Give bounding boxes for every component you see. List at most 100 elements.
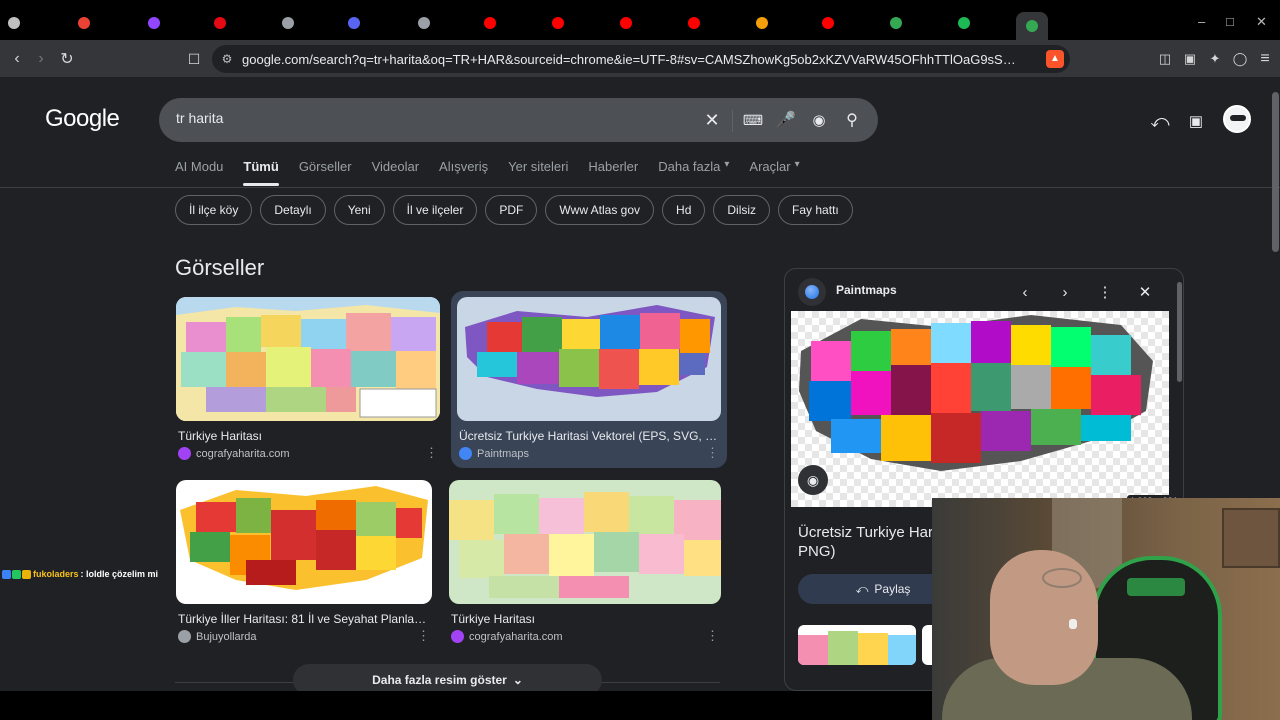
nav-tab[interactable]: Videolar <box>372 159 419 187</box>
search-icon[interactable]: ⚲ <box>842 110 862 130</box>
browser-tab[interactable] <box>148 13 160 33</box>
search-input[interactable] <box>176 110 676 126</box>
back-icon[interactable]: ‹ <box>6 48 28 70</box>
nav-tab[interactable]: AI Modu <box>175 159 223 187</box>
refinement-chip[interactable]: Detaylı <box>260 195 326 225</box>
image-title[interactable]: Türkiye İller Haritası: 81 İl ve Seyahat… <box>178 612 434 626</box>
close-window-icon[interactable]: ✕ <box>1256 14 1267 30</box>
apps-grid-icon[interactable]: ▣ <box>1184 109 1208 133</box>
browser-tab[interactable] <box>484 13 496 33</box>
wallet-icon[interactable]: ▣ <box>1179 48 1201 70</box>
nav-tab[interactable]: Görseller <box>299 159 352 187</box>
map-thumbnail[interactable] <box>176 480 432 604</box>
browser-tab[interactable] <box>756 13 768 33</box>
refinement-chip[interactable]: Fay hattı <box>778 195 853 225</box>
bookmark-icon[interactable]: ☐ <box>183 48 205 70</box>
nav-tab[interactable]: Araçlar <box>749 159 790 187</box>
browser-tab[interactable] <box>8 13 20 33</box>
refinement-chip[interactable]: İl ve ilçeler <box>392 195 478 225</box>
leo-ai-icon[interactable]: ✦ <box>1204 48 1226 70</box>
head-tattoo <box>1042 568 1082 588</box>
source-favicon <box>178 447 191 460</box>
reload-icon[interactable]: ↻ <box>56 48 78 70</box>
image-source[interactable]: Bujuyollarda <box>178 630 257 643</box>
image-source[interactable]: cografyaharita.com <box>451 630 563 643</box>
image-source[interactable]: cografyaharita.com <box>178 447 290 460</box>
image-title[interactable]: Ücretsiz Turkiye Haritasi Vektorel (EPS,… <box>459 429 721 443</box>
lens-search-icon[interactable]: ◉ <box>798 465 828 495</box>
map-thumbnail[interactable] <box>176 297 440 421</box>
panel-scrollbar[interactable] <box>1177 282 1182 382</box>
map-thumbnail[interactable] <box>457 297 721 421</box>
vpn-shield-icon[interactable]: ◯ <box>1229 48 1251 70</box>
next-icon[interactable]: › <box>1053 280 1077 304</box>
search-divider <box>732 110 733 132</box>
avatar[interactable] <box>1223 105 1251 133</box>
maximize-icon[interactable]: □ <box>1226 14 1234 29</box>
refinement-chip[interactable]: Dilsiz <box>713 195 771 225</box>
image-card[interactable]: Türkiye İller Haritası: 81 İl ve Seyahat… <box>176 480 434 645</box>
browser-tab[interactable] <box>688 13 700 33</box>
refinement-chip[interactable]: Hd <box>662 195 706 225</box>
show-more-images-button[interactable]: Daha fazla resim göster ⌄ <box>293 664 602 691</box>
browser-tab[interactable] <box>78 13 90 33</box>
menu-icon[interactable]: ≡ <box>1254 48 1276 70</box>
nav-tab[interactable]: Yer siteleri <box>508 159 568 187</box>
google-logo[interactable]: Google <box>45 105 120 133</box>
page-scrollbar[interactable] <box>1272 92 1279 252</box>
image-card[interactable]: Türkiye Haritası cografyaharita.com ⋮ <box>449 480 721 645</box>
forward-icon[interactable]: › <box>30 48 52 70</box>
turkey-map-image <box>799 315 1153 471</box>
browser-tab[interactable] <box>552 13 564 33</box>
refinement-chip[interactable]: PDF <box>485 195 538 225</box>
nav-tab[interactable]: Daha fazla <box>658 159 720 187</box>
panel-site-name[interactable]: Paintmaps <box>836 283 897 297</box>
tab-favicon <box>148 17 160 29</box>
browser-tab[interactable] <box>418 13 430 33</box>
lens-icon[interactable]: ◉ <box>809 110 829 130</box>
more-options-icon[interactable]: ⋮ <box>425 445 438 461</box>
preview-image[interactable] <box>791 311 1169 507</box>
site-info-icon[interactable]: ⚙ <box>212 52 242 66</box>
browser-tab[interactable] <box>890 13 902 33</box>
browser-tab[interactable] <box>620 13 632 33</box>
browser-tab[interactable] <box>282 13 294 33</box>
microphone-icon[interactable]: 🎤 <box>776 110 796 130</box>
close-icon[interactable]: ✕ <box>1133 280 1157 304</box>
clear-icon[interactable]: ✕ <box>702 110 722 130</box>
image-title[interactable]: Türkiye Haritası <box>451 612 713 626</box>
url-text[interactable]: google.com/search?q=tr+harita&oq=TR+HAR&… <box>242 52 1022 67</box>
image-source[interactable]: Paintmaps <box>459 447 529 460</box>
brave-shield-icon[interactable]: ▲ <box>1046 50 1064 68</box>
browser-tab[interactable] <box>214 13 226 33</box>
address-bar[interactable]: ⚙ google.com/search?q=tr+harita&oq=TR+HA… <box>212 45 1070 73</box>
browser-tab[interactable] <box>958 13 970 33</box>
related-image-thumbnail[interactable] <box>798 625 916 665</box>
more-options-icon[interactable]: ⋮ <box>417 628 430 644</box>
nav-tab[interactable]: Haberler <box>588 159 638 187</box>
browser-tab-active[interactable] <box>1016 12 1048 40</box>
refinement-chip[interactable]: Www Atlas gov <box>545 195 655 225</box>
browser-tab[interactable] <box>822 13 834 33</box>
image-card[interactable]: Türkiye Haritası cografyaharita.com ⋮ <box>176 297 440 462</box>
sidebar-icon[interactable]: ◫ <box>1154 48 1176 70</box>
tabs-divider <box>0 187 1280 188</box>
refinement-chip[interactable]: İl ilçe köy <box>175 195 253 225</box>
map-thumbnail[interactable] <box>449 480 721 604</box>
refinement-chip[interactable]: Yeni <box>333 195 385 225</box>
more-options-icon[interactable]: ⋮ <box>1093 280 1117 304</box>
image-title[interactable]: Türkiye Haritası <box>178 429 428 443</box>
tab-favicon <box>890 17 902 29</box>
nav-tab[interactable]: Alışveriş <box>439 159 488 187</box>
more-options-icon[interactable]: ⋮ <box>706 628 719 644</box>
nav-tab[interactable]: Tümü <box>243 159 280 187</box>
search-box[interactable]: ✕ ⌨ 🎤 ◉ ⚲ <box>159 98 878 142</box>
source-favicon <box>178 630 191 643</box>
share-icon[interactable]: ⤺ <box>1148 109 1172 133</box>
image-card-selected[interactable]: Ücretsiz Turkiye Haritasi Vektorel (EPS,… <box>451 291 727 468</box>
keyboard-icon[interactable]: ⌨ <box>743 110 763 130</box>
more-options-icon[interactable]: ⋮ <box>706 445 719 461</box>
browser-tab[interactable] <box>348 13 360 33</box>
minimize-icon[interactable]: – <box>1198 14 1205 29</box>
previous-icon[interactable]: ‹ <box>1013 280 1037 304</box>
